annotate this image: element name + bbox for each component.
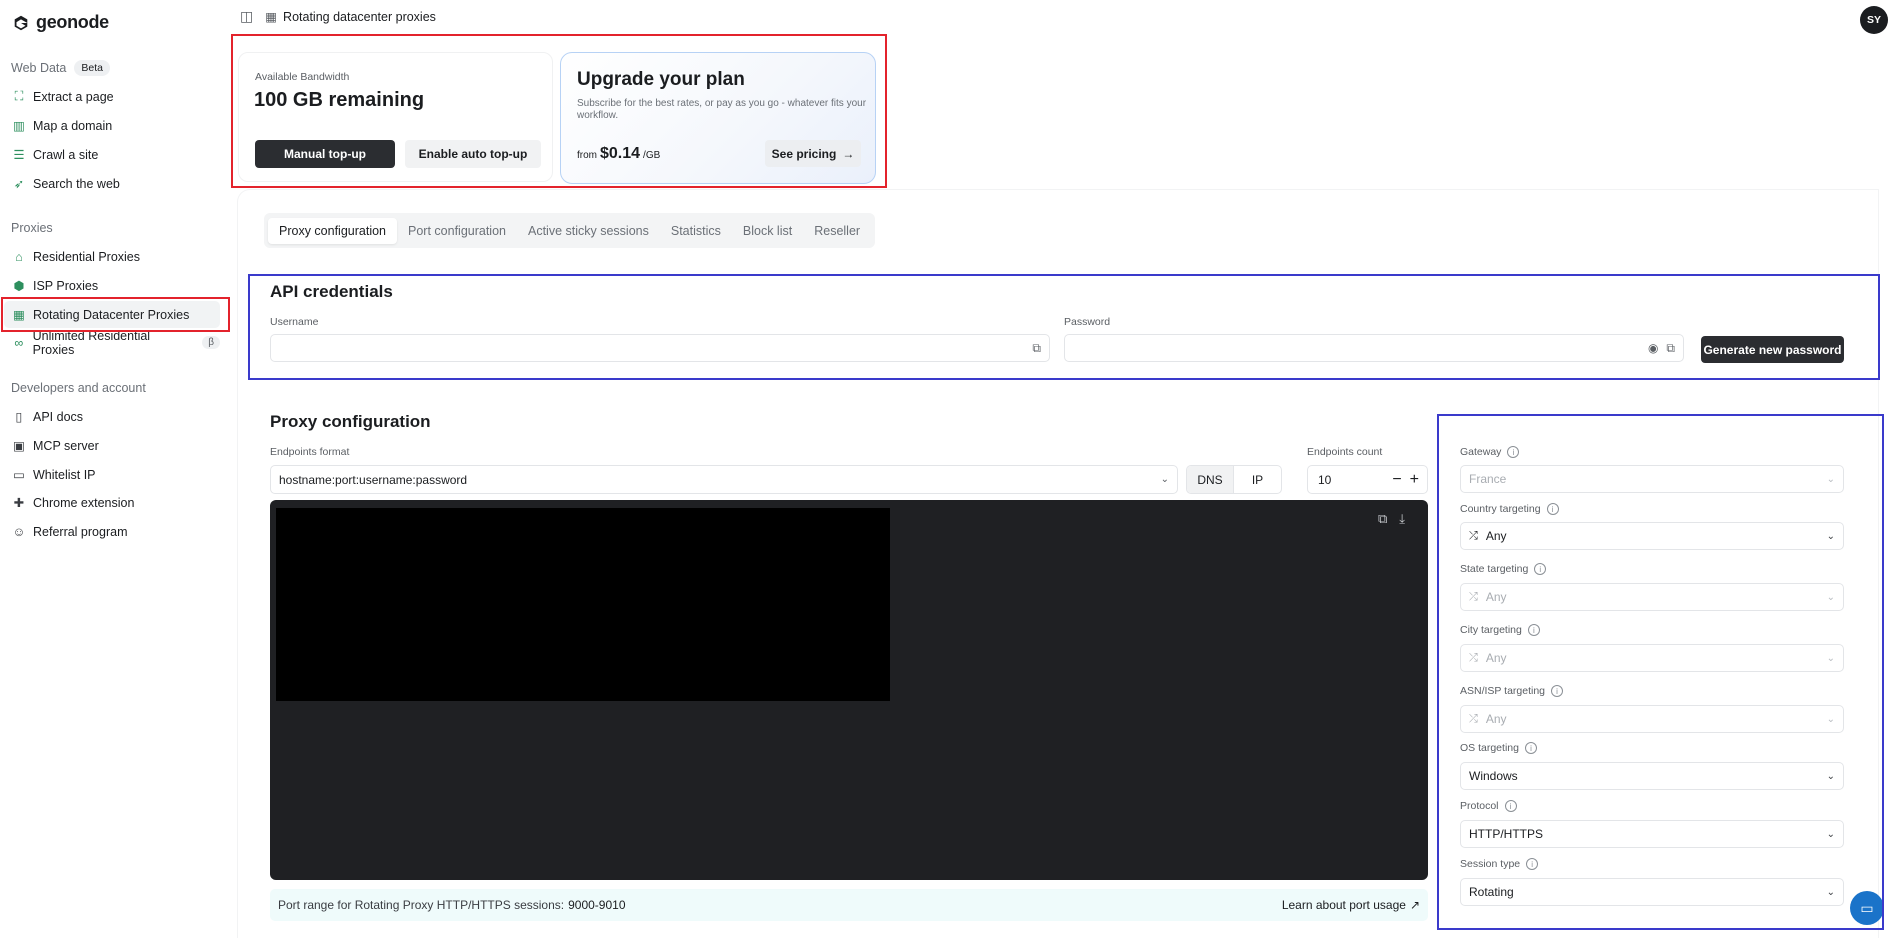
chevron-down-icon: ⌄: [1160, 474, 1169, 485]
sidebar-item-whitelist[interactable]: ▭ Whitelist IP: [4, 461, 220, 488]
sidebar-item-label: Map a domain: [33, 118, 113, 133]
puzzle-icon: ✚: [13, 496, 25, 510]
sidebar-item-extract[interactable]: ⛶ Extract a page: [4, 83, 220, 110]
sidebar-item-label: Crawl a site: [33, 147, 99, 162]
sidebar-item-crawl[interactable]: ☰ Crawl a site: [4, 141, 220, 168]
breadcrumb: ▦ Rotating datacenter proxies: [265, 9, 436, 25]
sidebar-item-search[interactable]: ➶ Search the web: [4, 170, 220, 197]
tab-block-list[interactable]: Block list: [732, 218, 803, 244]
tab-bar: Proxy configuration Port configuration A…: [264, 213, 876, 248]
sidebar-item-label: Extract a page: [33, 89, 114, 104]
document-icon: ▭: [13, 468, 25, 482]
external-link-icon: ↗: [1409, 898, 1420, 912]
user-icon: ☺: [12, 524, 26, 539]
section-proxies: Proxies: [11, 221, 53, 235]
beta-badge: Beta: [74, 60, 110, 76]
tab-statistics[interactable]: Statistics: [660, 218, 732, 244]
learn-port-usage-link[interactable]: Learn about port usage ↗: [1282, 898, 1420, 912]
avatar[interactable]: SY: [1860, 6, 1888, 34]
tab-port-configuration[interactable]: Port configuration: [397, 218, 517, 244]
section-title: Proxies: [11, 221, 53, 235]
sidebar-item-label: Chrome extension: [33, 495, 135, 510]
endpoints-count-label: Endpoints count: [1307, 446, 1383, 458]
sidebar-item-label: API docs: [33, 409, 84, 424]
sidebar-item-chrome[interactable]: ✚ Chrome extension: [4, 489, 220, 516]
unlimited-icon: ∞: [14, 335, 24, 350]
sidebar-item-residential[interactable]: ⌂ Residential Proxies: [4, 243, 220, 270]
brand-name: geonode: [36, 12, 109, 32]
sidebar-item-mcp[interactable]: ▣ MCP server: [4, 432, 220, 459]
sidebar-item-label: Search the web: [33, 176, 120, 191]
endpoints-format-label: Endpoints format: [270, 446, 350, 458]
endpoints-count-stepper[interactable]: 10 − +: [1307, 465, 1428, 494]
port-range-value: 9000-9010: [568, 898, 626, 912]
endpoints-count-value: 10: [1318, 472, 1332, 487]
section-developers: Developers and account: [11, 381, 146, 395]
highlight-red-cards: [231, 34, 887, 188]
sidebar-item-api-docs[interactable]: ▯ API docs: [4, 403, 220, 430]
sidebar-toggle-icon[interactable]: ◫: [240, 8, 253, 25]
tab-reseller[interactable]: Reseller: [803, 218, 871, 244]
sidebar-item-map[interactable]: ▥ Map a domain: [4, 112, 220, 139]
rocket-icon: ➶: [13, 177, 25, 191]
section-web-data: Web Data Beta: [11, 60, 110, 76]
sidebar-item-unlimited[interactable]: ∞ Unlimited Residential Proxies β: [4, 328, 220, 357]
datacenter-icon: ▦: [265, 10, 278, 24]
highlight-blue-api: [248, 274, 1880, 380]
download-icon[interactable]: ⤓: [1399, 511, 1405, 527]
beta-badge: β: [202, 336, 220, 349]
tab-proxy-configuration[interactable]: Proxy configuration: [268, 217, 398, 244]
geonode-logo-icon: [14, 15, 28, 30]
dns-ip-toggle: DNS IP: [1186, 465, 1282, 494]
sidebar: geonode Web Data Beta ⛶ Extract a page ▥…: [0, 0, 232, 938]
highlight-blue-targeting: [1437, 414, 1884, 930]
endpoints-format-value: hostname:port:username:password: [279, 472, 468, 487]
minus-icon[interactable]: −: [1392, 471, 1401, 489]
crawl-icon: ☰: [13, 148, 25, 162]
port-note-text: Port range for Rotating Proxy HTTP/HTTPS…: [278, 898, 565, 912]
endpoints-format-select[interactable]: hostname:port:username:password ⌄: [270, 465, 1178, 494]
extract-icon: ⛶: [14, 89, 24, 103]
proxy-configuration-title: Proxy configuration: [270, 412, 431, 431]
residential-icon: ⌂: [15, 249, 23, 264]
port-range-note: Port range for Rotating Proxy HTTP/HTTPS…: [270, 889, 1428, 921]
plus-icon[interactable]: +: [1410, 471, 1419, 489]
dns-toggle-button[interactable]: DNS: [1187, 466, 1234, 493]
sidebar-item-label: Unlimited Residential Proxies: [32, 328, 151, 357]
sidebar-item-referral[interactable]: ☺ Referral program: [4, 518, 220, 545]
redacted-endpoints: [276, 508, 890, 701]
section-title: Web Data: [11, 61, 67, 75]
breadcrumb-current: Rotating datacenter proxies: [283, 9, 436, 24]
sidebar-item-label: MCP server: [33, 438, 99, 453]
learn-port-usage-label: Learn about port usage: [1281, 898, 1406, 912]
brand-logo[interactable]: geonode: [12, 12, 109, 33]
map-icon: ▥: [13, 119, 25, 133]
ip-toggle-button[interactable]: IP: [1234, 466, 1281, 493]
topbar: ◫ ▦ Rotating datacenter proxies: [240, 8, 436, 25]
book-icon: ▯: [15, 410, 23, 424]
highlight-red-sidebar: [1, 297, 230, 332]
sidebar-item-isp[interactable]: ⬢ ISP Proxies: [4, 272, 220, 299]
sidebar-item-label: ISP Proxies: [33, 278, 99, 293]
output-actions: ⧉ ⤓: [1378, 511, 1405, 527]
section-title: Developers and account: [11, 381, 146, 395]
server-icon: ▣: [13, 439, 25, 453]
isp-icon: ⬢: [13, 279, 25, 293]
sidebar-item-label: Residential Proxies: [33, 249, 140, 264]
sidebar-item-label: Referral program: [33, 524, 128, 539]
tab-active-sticky-sessions[interactable]: Active sticky sessions: [517, 218, 660, 244]
copy-icon[interactable]: ⧉: [1378, 511, 1387, 527]
sidebar-item-label: Whitelist IP: [33, 467, 96, 482]
